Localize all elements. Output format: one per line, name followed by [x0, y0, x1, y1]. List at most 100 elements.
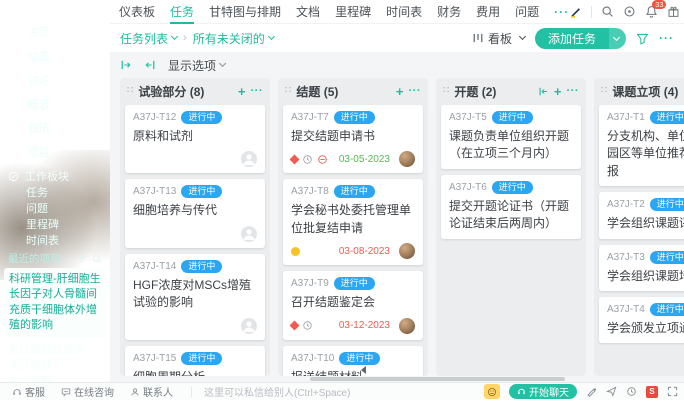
tab-dashboard[interactable]: 仪表板 [119, 0, 155, 24]
filter-button[interactable] [636, 32, 649, 45]
tab-milestones[interactable]: 里程碑 [335, 0, 371, 24]
task-card[interactable]: A37J-T13进行中 细胞培养与传代 [125, 179, 265, 247]
support-button[interactable]: 客服 [12, 384, 45, 399]
drag-handle-icon[interactable]: ∷ [285, 86, 291, 96]
add-task-button[interactable]: 添加任务 [535, 28, 626, 49]
expand-button[interactable] [667, 386, 678, 397]
display-options-button[interactable]: 显示选项 [168, 57, 225, 74]
tab-docs[interactable]: 文档 [296, 0, 320, 24]
search-icon[interactable] [601, 5, 614, 18]
priority-icon [290, 321, 300, 331]
tab-tasks[interactable]: 任务 [170, 0, 194, 24]
add-card-button[interactable]: + [396, 85, 404, 98]
task-id: A37J-T5 [449, 112, 487, 123]
tab-finance[interactable]: 财务 [437, 0, 461, 24]
sort-icon[interactable] [78, 254, 88, 264]
task-card[interactable]: A37J-T3进行中 学会组织课题培训会 [599, 245, 684, 291]
add-card-button[interactable]: + [554, 85, 562, 98]
direct-message-input[interactable]: 这里可以私信给别人(Ctrl+Space) [204, 384, 350, 399]
column-more-button[interactable]: ··· [251, 85, 264, 97]
view-more-button[interactable]: ··· [659, 31, 674, 45]
task-card[interactable]: A37J-T8进行中 学会秘书处委托管理单位批复结申请 03-08-2023 [283, 179, 423, 265]
search-icon[interactable] [92, 254, 102, 264]
collapse-all-right-icon[interactable] [120, 59, 132, 71]
smiley-icon [487, 387, 497, 397]
task-card[interactable]: A37J-T7进行中 提交结题申请书 03-05-2023 [283, 105, 423, 173]
add-card-button[interactable]: + [238, 85, 246, 98]
task-card[interactable]: A37J-T5进行中 课题负责单位组织开题（在立项三个月内） [441, 105, 581, 169]
sidebar-item-issues[interactable]: 问题 [0, 200, 110, 216]
sidebar-item-projects[interactable]: 项目 [0, 140, 110, 164]
collapse-all-left-icon[interactable] [144, 59, 156, 71]
recent-project-item[interactable]: 项目管理 [0, 357, 110, 373]
recent-project-item[interactable]: 餐饮联锁店管理 [0, 341, 110, 357]
start-chat-button[interactable]: 开始聊天 [509, 384, 577, 399]
breadcrumb-task-list[interactable]: 任务列表 [120, 30, 177, 47]
assignee-avatar[interactable] [241, 226, 257, 242]
task-id: A37J-T9 [291, 278, 329, 289]
brush-button[interactable] [586, 386, 597, 397]
sidebar-item-activity[interactable]: 动态 [0, 44, 110, 68]
sidebar-item-tasks[interactable]: 任务 [0, 184, 110, 200]
assignee-avatar[interactable] [241, 151, 257, 167]
sidebar-item-home[interactable]: 主页 [0, 20, 110, 44]
assignee-avatar[interactable] [399, 318, 415, 334]
scroll-left-arrow[interactable] [361, 366, 366, 374]
target-icon[interactable] [623, 5, 636, 18]
task-card[interactable]: A37J-T9进行中 召开结题鉴定会 03-12-2023 [283, 271, 423, 339]
task-card[interactable]: A37J-T6进行中 提交开题论证书（开题论证结束后两周内） [441, 175, 581, 239]
gift-icon[interactable] [667, 5, 680, 18]
tab-issues[interactable]: 问题 [515, 0, 539, 24]
tab-expense[interactable]: 费用 [476, 0, 500, 24]
task-card[interactable]: A37J-T4进行中 学会颁发立项通知书 [599, 297, 684, 343]
column-more-button[interactable]: ··· [567, 85, 580, 97]
sub-item-label: 任务 [26, 184, 48, 200]
sidebar-item-reports[interactable]: 报表 [0, 92, 110, 116]
send-button[interactable] [606, 386, 617, 397]
clock-icon [302, 320, 313, 331]
notifications-button[interactable]: 33 [645, 5, 658, 18]
hamburger-menu-icon[interactable] [7, 3, 18, 12]
task-card[interactable]: A37J-T1进行中 分支机构、单位会员、园区等单位推荐课题申报 [599, 105, 684, 186]
column-initiation: ∷ 课题立项 (4) A37J-T1进行中 分支机构、单位会员、园区等单位推荐课… [594, 78, 684, 376]
sidebar-item-discussion[interactable]: 讨论 [0, 68, 110, 92]
drag-handle-icon[interactable]: ∷ [601, 86, 607, 96]
breadcrumb-filter[interactable]: 所有未关闭的 [193, 30, 274, 47]
sidebar-item-timesheet[interactable]: 时间表 [0, 232, 110, 248]
contacts-button[interactable]: 联系人 [130, 384, 173, 399]
work-section-header[interactable]: 工作板块 [0, 168, 110, 184]
sidebar-item-milestones[interactable]: 里程碑 [0, 216, 110, 232]
recent-project-item[interactable]: 集成装配 [0, 373, 110, 382]
drag-handle-icon[interactable]: ∷ [443, 86, 449, 96]
sidebar-item-calendar[interactable]: 日历 [0, 116, 110, 140]
tab-gantt[interactable]: 甘特图与排期 [209, 0, 281, 24]
view-switcher[interactable]: 看板 [472, 30, 525, 47]
tab-timesheet[interactable]: 时间表 [386, 0, 422, 24]
recent-project-active[interactable]: 科研管理-肝细胞生长因子对人骨髓间充质干细胞体外增殖的影响 [4, 268, 106, 338]
pen-icon[interactable] [569, 5, 582, 18]
assignee-avatar[interactable] [399, 151, 415, 167]
message-bar-actions: 开始聊天 S [484, 384, 678, 399]
project-tabs: 仪表板 任务 甘特图与排期 文档 里程碑 时间表 财务 费用 问题 ··· [119, 0, 569, 24]
drag-handle-icon[interactable]: ∷ [127, 86, 133, 96]
collapse-column-icon[interactable] [538, 86, 549, 97]
task-card[interactable]: A37J-T14进行中 HGF浓度对MSCs增殖试验的影响 [125, 254, 265, 340]
status-badge: 进行中 [181, 185, 222, 198]
tabs-more-button[interactable]: ··· [554, 5, 569, 19]
add-task-dropdown[interactable] [609, 28, 626, 49]
assignee-avatar[interactable] [399, 243, 415, 259]
app-title: Projects [42, 0, 91, 14]
task-card[interactable]: A37J-T12进行中 原料和试剂 [125, 105, 265, 173]
online-consult-button[interactable]: 在线咨询 [61, 384, 114, 399]
task-card[interactable]: A37J-T15进行中 细胞周期分析 [125, 346, 265, 376]
horizontal-scrollbar[interactable] [310, 377, 565, 381]
history-button[interactable] [626, 386, 637, 397]
column-more-button[interactable]: ··· [409, 85, 422, 97]
task-card[interactable]: A37J-T2进行中 学会组织课题评审 [599, 192, 684, 238]
assignee-avatar[interactable] [241, 318, 257, 334]
sidebar-nav: 主页 动态 讨论 报表 日历 项目 [0, 20, 110, 164]
red-app-logo-icon[interactable]: S [646, 386, 658, 398]
task-card[interactable]: A37J-T10进行中 报送结题材料 03-16-2023 [283, 346, 423, 376]
emoji-button[interactable] [484, 384, 500, 399]
card-list: A37J-T12进行中 原料和试剂 A37J-T13进行中 细胞培养与传代 A3… [120, 104, 270, 376]
